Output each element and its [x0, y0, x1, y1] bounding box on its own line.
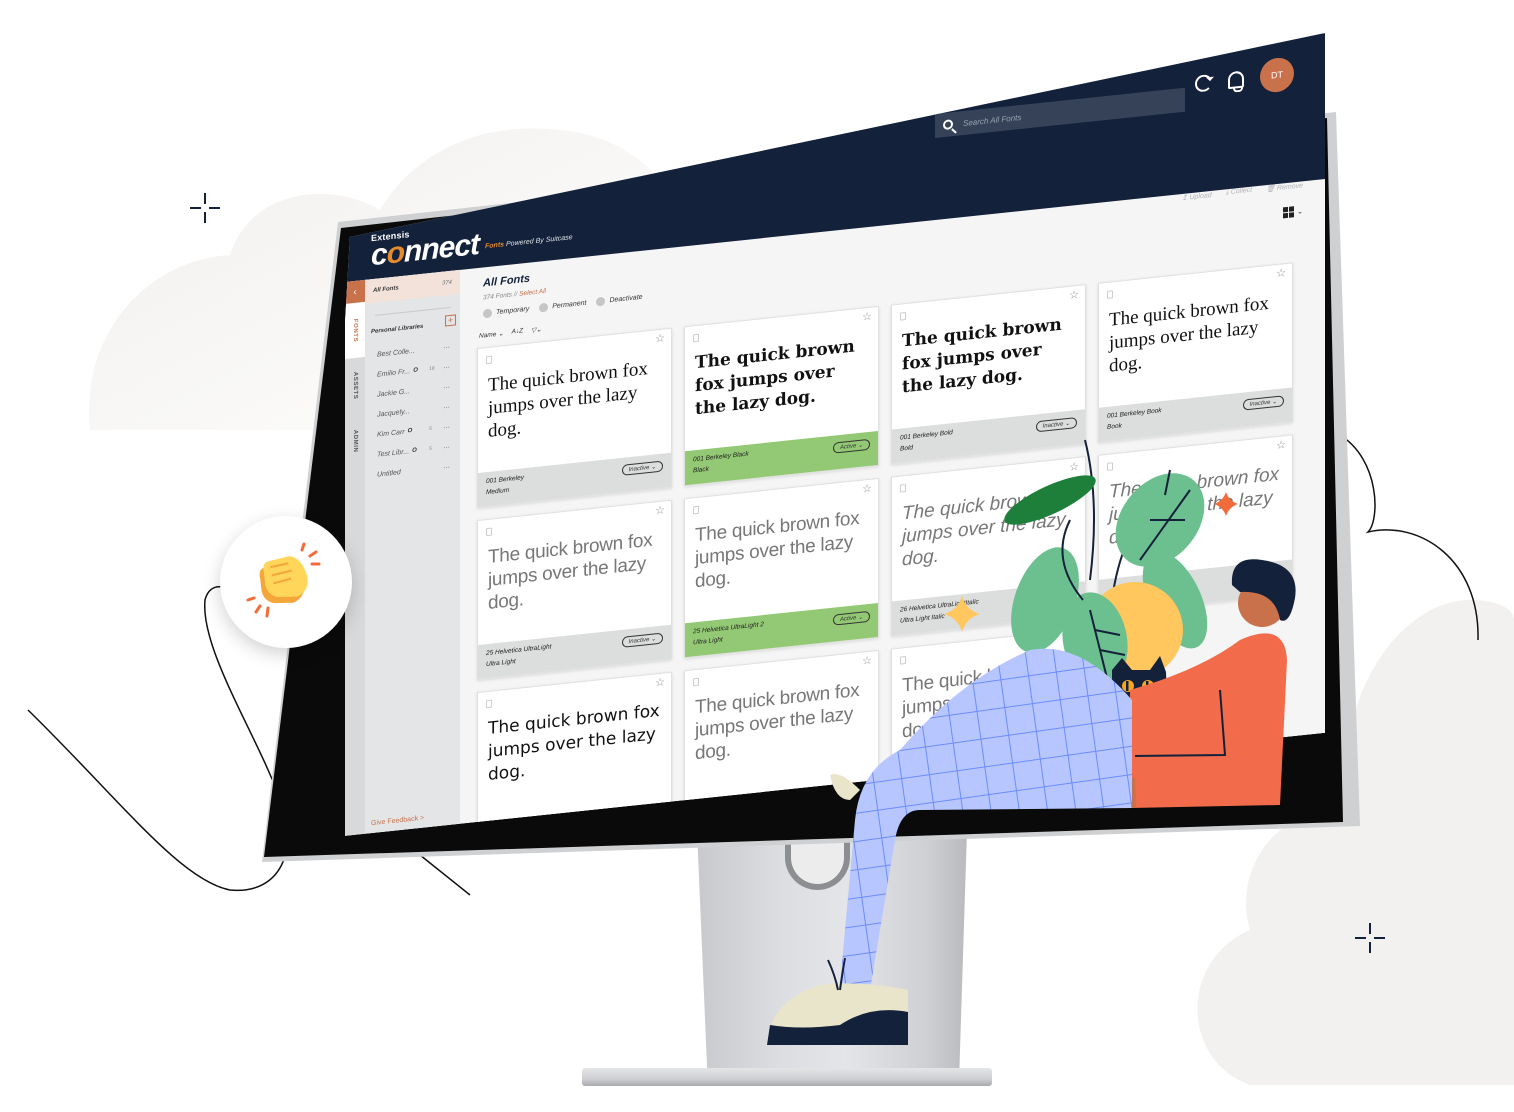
more-icon[interactable]: ··· — [443, 343, 450, 351]
font-card[interactable]: ☆ The quick brown fox jumps over the lazy… — [477, 500, 672, 680]
copy-icon[interactable] — [693, 334, 699, 343]
avatar[interactable]: DT — [1260, 56, 1294, 94]
card-footer: 001 Berkeley Book Book Inactive ⌄ — [1099, 387, 1292, 441]
library-list: Best Colle... ··· Emilio Fr... O 18 ··· Jack… — [365, 336, 460, 486]
more-icon[interactable]: ··· — [443, 423, 450, 431]
collect-button[interactable]: ⤓ Collect — [1226, 187, 1252, 198]
view-toggle[interactable]: ⌄ — [1283, 205, 1303, 218]
font-sample: The quick brown fox jumps over the lazy … — [902, 485, 1073, 571]
search-input[interactable]: Search All Fonts — [963, 112, 1021, 127]
font-card[interactable]: ☆ The quick brown fox jumps over the lazy… — [891, 456, 1086, 636]
tab-admin[interactable]: ADMIN — [345, 415, 365, 467]
card-footer: Inactive ⌄ — [1099, 559, 1292, 613]
star-icon[interactable]: ☆ — [1069, 460, 1079, 474]
filter-icon[interactable]: ▽⌄ — [531, 325, 541, 334]
copy-icon[interactable] — [486, 528, 492, 537]
more-icon[interactable]: ··· — [443, 363, 450, 371]
star-icon[interactable]: ☆ — [1069, 632, 1079, 646]
add-library-button[interactable]: + — [445, 314, 456, 326]
collapse-button[interactable]: ‹ — [345, 280, 365, 304]
font-card[interactable]: ☆ The quick brown fox jumps over the lazy… — [477, 328, 672, 508]
nav-rail: ‹ FONTS ASSETS ADMIN — [345, 280, 365, 836]
card-footer: 25 Helvetica UltraLight 2 Ultra Light Acti… — [685, 603, 878, 657]
clapping-badge — [220, 516, 352, 648]
font-card[interactable]: ☆ The quick brown fox jumps over the lazy… — [1098, 434, 1293, 614]
star-icon[interactable]: ☆ — [862, 310, 872, 324]
font-sample: The quick brown fox jumps over the lazy … — [488, 529, 653, 614]
all-fonts-count: 374 — [441, 279, 452, 287]
font-sample: The quick brown fox jumps over the lazy … — [1109, 292, 1269, 377]
font-card[interactable]: ☆ The quick brown fox jumps over the lazy… — [891, 284, 1086, 464]
star-icon[interactable]: ☆ — [862, 654, 872, 668]
card-footer: 25 Helvetica UltraLight Ultra Light Inacti… — [478, 625, 671, 679]
font-card[interactable]: ☆ The quick brown fox jumps over the lazy… — [684, 306, 879, 486]
sort-order-icon[interactable]: A↓Z — [512, 327, 524, 336]
font-sample: The quick brown fox jumps over the lazy … — [1109, 463, 1280, 549]
select-all-link[interactable]: Select All — [519, 288, 546, 298]
page-title: All Fonts — [483, 272, 531, 290]
font-sample: The quick brown fox jumps over the lazy … — [488, 700, 660, 785]
copy-icon[interactable] — [693, 678, 699, 687]
radio-permanent[interactable]: Permanent — [539, 299, 586, 313]
copy-icon[interactable] — [900, 312, 906, 321]
shared-icon: O — [412, 447, 417, 454]
search-icon — [943, 119, 953, 130]
font-card[interactable]: ☆ The quick brown fox jumps over the lazy… — [1098, 262, 1293, 442]
refresh-icon[interactable] — [1195, 73, 1212, 92]
font-sample: The quick brown fox jumps over the lazy … — [695, 507, 860, 593]
more-icon[interactable]: ··· — [443, 383, 450, 391]
copy-icon[interactable] — [693, 506, 699, 515]
sort-bar: Name ⌄ A↓Z ▽⌄ — [479, 325, 542, 340]
header-icons: DT — [1195, 56, 1294, 100]
star-icon[interactable]: ☆ — [1069, 288, 1079, 302]
brand-subtitle: Fonts Powered By Suitcase — [485, 234, 573, 251]
copy-icon[interactable] — [486, 356, 492, 365]
radio-deactivate[interactable]: Deactivate — [596, 293, 642, 307]
brand-main: connect — [371, 227, 480, 273]
sidebar: All Fonts 374 Personal Libraries + Best … — [365, 270, 460, 836]
star-icon[interactable]: ☆ — [1276, 266, 1286, 280]
font-sample: The quick brown fox jumps over the lazy … — [488, 358, 648, 442]
personal-libraries-heading: Personal Libraries — [371, 323, 424, 336]
divider — [375, 307, 451, 316]
radio-temporary[interactable]: Temporary — [483, 305, 529, 319]
star-icon[interactable]: ☆ — [1276, 438, 1286, 452]
font-sample: The quick brown fox jumps over the lazy … — [902, 658, 1067, 743]
font-sample: The quick brown fox jumps over the lazy … — [902, 314, 1062, 398]
card-footer: 001 Berkeley Medium Inactive ⌄ — [478, 453, 671, 507]
star-icon[interactable]: ☆ — [655, 675, 665, 689]
copy-icon[interactable] — [900, 656, 906, 665]
clapping-hands-icon — [246, 542, 321, 618]
font-sample: The quick brown fox jumps over the lazy … — [695, 679, 860, 765]
status-dropdown[interactable]: Inactive ⌄ — [1243, 567, 1284, 582]
copy-icon[interactable] — [1107, 462, 1113, 471]
star-icon[interactable]: ☆ — [862, 482, 872, 496]
star-icon[interactable]: ☆ — [655, 331, 665, 345]
more-icon[interactable]: ··· — [443, 463, 450, 471]
font-sample: The quick brown fox jumps over the lazy … — [695, 336, 855, 420]
grid-view-icon — [1283, 206, 1294, 218]
tab-assets[interactable]: ASSETS — [345, 360, 365, 412]
copy-icon[interactable] — [486, 700, 492, 709]
upload-button[interactable]: ↥ Upload — [1182, 191, 1212, 202]
card-footer: 26 Helvetica UltraLightItalic Ultra Light… — [892, 581, 1085, 635]
bell-icon[interactable] — [1228, 70, 1244, 89]
copy-icon[interactable] — [900, 484, 906, 493]
card-footer: 001 Berkeley Bold Bold Inactive ⌄ — [892, 409, 1085, 463]
more-icon[interactable]: ··· — [443, 443, 450, 451]
font-card[interactable]: ☆ The quick brown fox jumps over the lazy… — [684, 478, 879, 658]
font-count: 374 Fonts // Select All — [483, 287, 546, 302]
star-icon[interactable]: ☆ — [655, 503, 665, 517]
tab-fonts[interactable]: FONTS — [345, 302, 365, 359]
give-feedback-link[interactable]: Give Feedback > — [371, 815, 424, 828]
chevron-down-icon: ⌄ — [1297, 207, 1303, 216]
copy-icon[interactable] — [1107, 290, 1113, 299]
sort-dropdown[interactable]: Name ⌄ — [479, 329, 504, 340]
shared-icon: O — [407, 427, 413, 435]
more-icon[interactable]: ··· — [443, 403, 450, 411]
shared-icon: O — [413, 367, 418, 374]
card-footer: 001 Berkeley Black Black Active ⌄ — [685, 431, 878, 485]
main-content: All Fonts 374 Fonts // Select All Tempor… — [463, 179, 1323, 829]
